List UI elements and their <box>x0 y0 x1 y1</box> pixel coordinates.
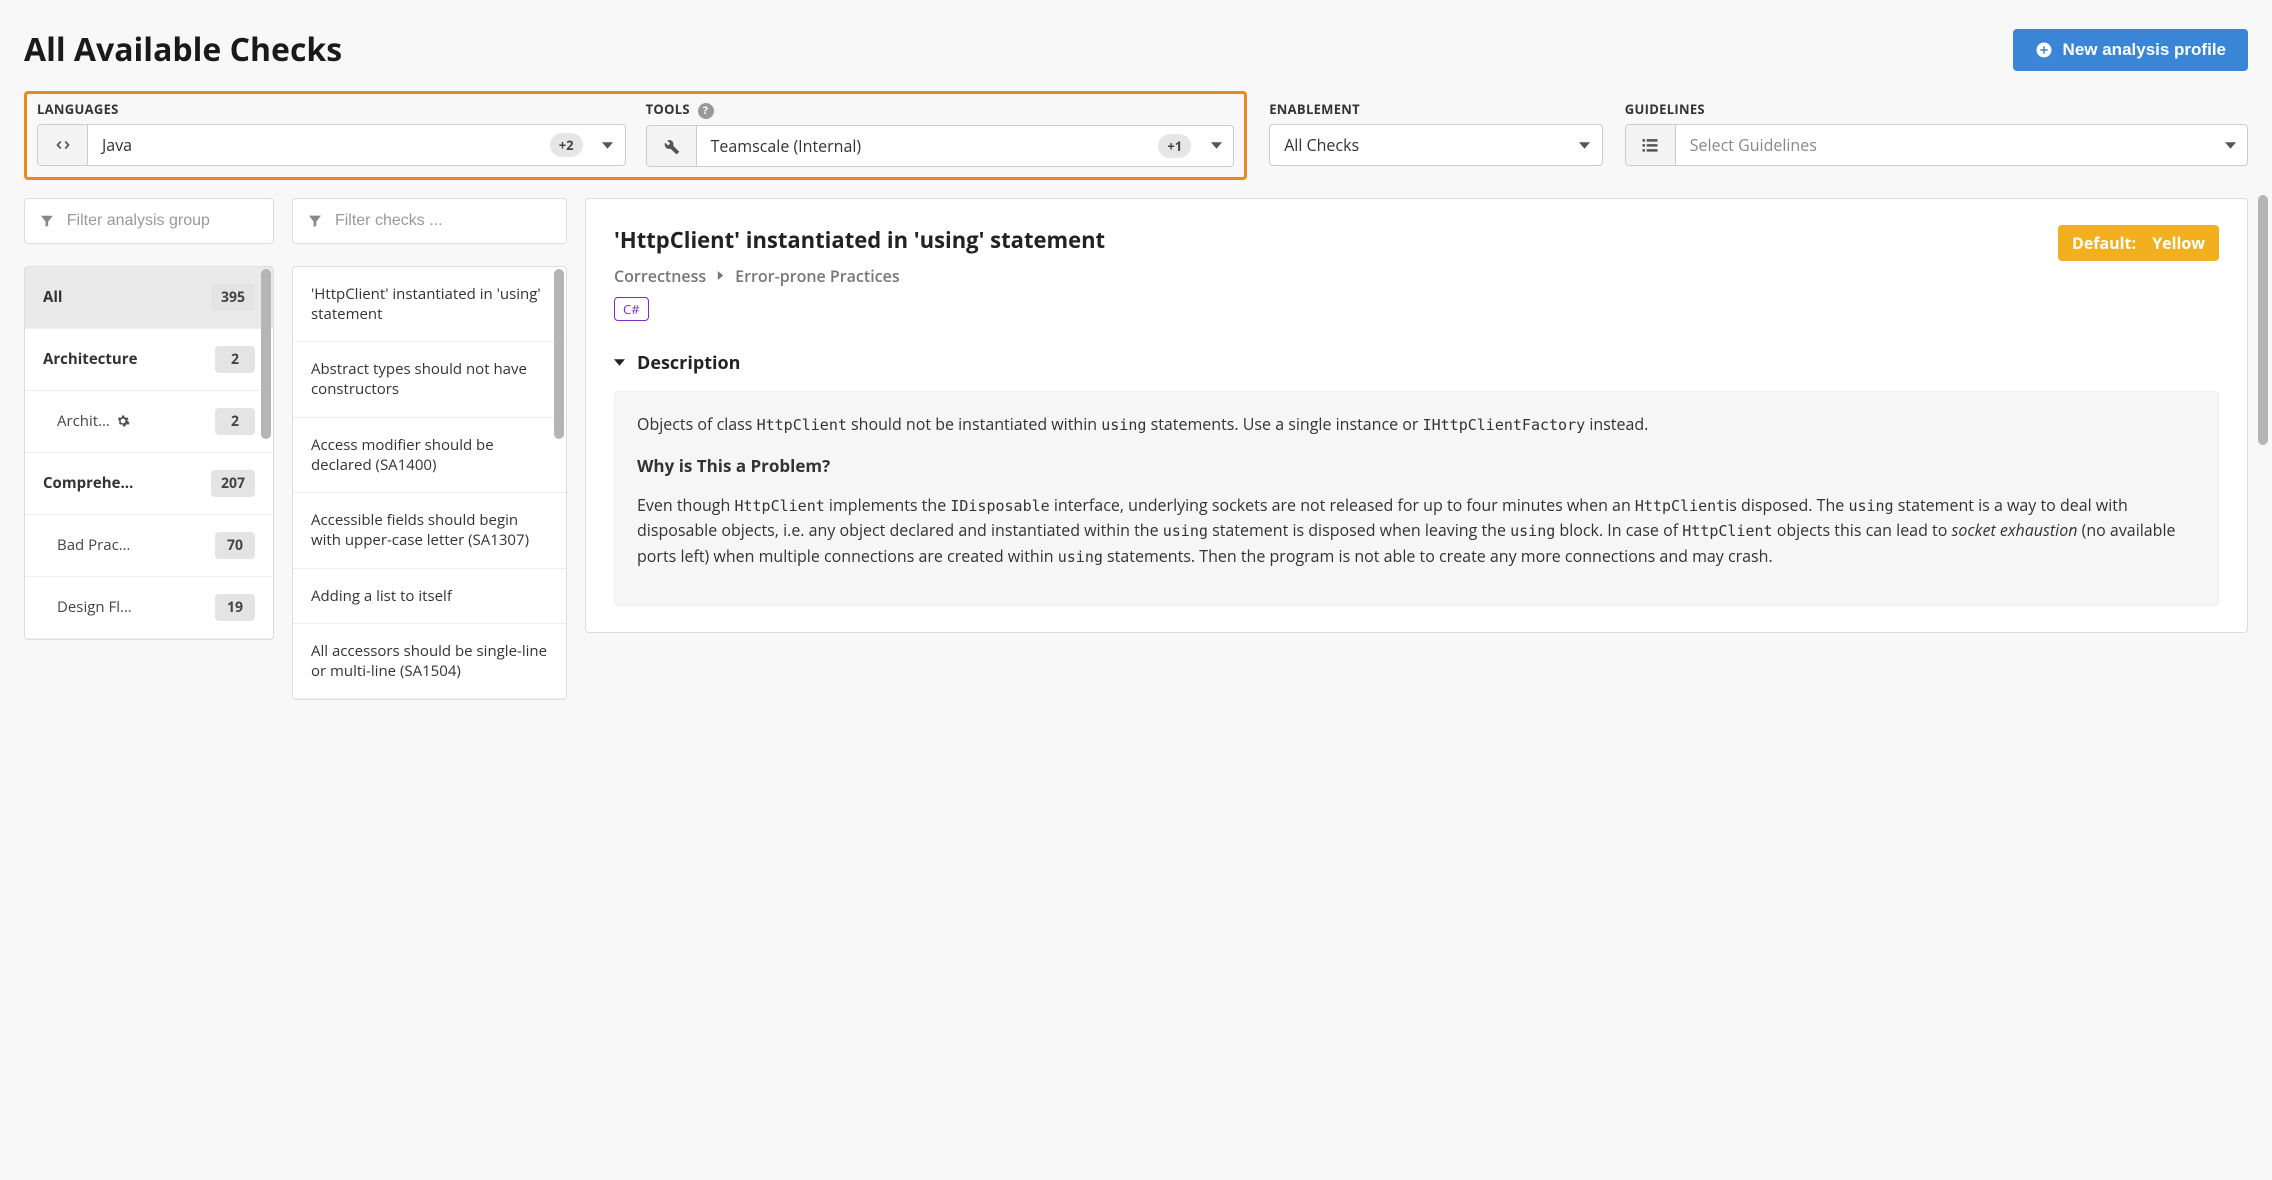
check-name: 'HttpClient' instantiated in 'using' sta… <box>311 284 548 325</box>
group-item[interactable]: Architecture 2 <box>25 329 273 391</box>
check-name: Access modifier should be declared (SA14… <box>311 435 548 476</box>
group-item[interactable]: Design Fl… 19 <box>25 577 273 639</box>
check-detail-panel: 'HttpClient' instantiated in 'using' sta… <box>585 198 2248 633</box>
enablement-dropdown[interactable]: All Checks <box>1269 124 1603 166</box>
check-name: All accessors should be single-line or m… <box>311 641 548 682</box>
wrench-icon <box>661 136 681 156</box>
code-icon <box>53 135 73 155</box>
group-name: Design Fl… <box>57 597 132 617</box>
languages-value: Java <box>88 134 550 156</box>
gear-icon <box>116 414 130 428</box>
chevron-right-icon <box>716 271 725 280</box>
group-item[interactable]: Comprehe… 207 <box>25 453 273 515</box>
page-title: All Available Checks <box>24 28 342 71</box>
caret-down-icon <box>614 357 625 368</box>
filter-checks-search[interactable] <box>292 198 567 244</box>
group-count: 2 <box>215 346 255 373</box>
breadcrumb-item[interactable]: Error-prone Practices <box>735 265 899 287</box>
group-name: Archit… <box>57 411 130 431</box>
enablement-label: ENABLEMENT <box>1269 100 1603 118</box>
new-analysis-profile-button[interactable]: New analysis profile <box>2013 29 2248 71</box>
group-name: Architecture <box>43 349 137 369</box>
groups-list: All 395 Architecture 2 Archit… 2 Comprehe… 207 B… <box>24 266 274 640</box>
checks-list: 'HttpClient' instantiated in 'using' sta… <box>292 266 567 701</box>
check-item[interactable]: Abstract types should not have construct… <box>293 342 566 418</box>
tools-label: TOOLS ? <box>646 100 1235 119</box>
group-name: Comprehe… <box>43 473 133 493</box>
tools-extra-count: +1 <box>1158 134 1191 158</box>
filter-checks-input[interactable] <box>335 212 552 230</box>
guidelines-placeholder: Select Guidelines <box>1676 134 2213 156</box>
list-icon <box>1640 135 1660 155</box>
guidelines-dropdown[interactable]: Select Guidelines <box>1625 124 2248 166</box>
group-count: 2 <box>215 408 255 435</box>
breadcrumb-item[interactable]: Correctness <box>614 265 706 287</box>
tools-value: Teamscale (Internal) <box>697 135 1159 157</box>
group-count: 19 <box>215 594 255 621</box>
check-detail-title: 'HttpClient' instantiated in 'using' sta… <box>614 225 1105 255</box>
group-item[interactable]: Bad Prac… 70 <box>25 515 273 577</box>
check-item[interactable]: Accessible fields should begin with uppe… <box>293 493 566 569</box>
filter-icon <box>39 212 55 230</box>
group-item[interactable]: All 395 <box>25 267 273 329</box>
caret-down-icon <box>602 140 613 151</box>
check-item[interactable]: All accessors should be single-line or m… <box>293 624 566 700</box>
group-name: Bad Prac… <box>57 535 130 555</box>
help-icon[interactable]: ? <box>698 103 714 119</box>
group-count: 70 <box>215 532 255 559</box>
filter-groups-input[interactable] <box>67 212 259 230</box>
languages-extra-count: +2 <box>550 133 583 157</box>
tools-dropdown[interactable]: Teamscale (Internal) +1 <box>646 125 1235 167</box>
group-name: All <box>43 287 63 307</box>
language-chip: C# <box>614 297 649 321</box>
new-analysis-profile-label: New analysis profile <box>2063 40 2226 60</box>
languages-label: LANGUAGES <box>37 100 626 118</box>
filter-icon <box>307 212 323 230</box>
group-item[interactable]: Archit… 2 <box>25 391 273 453</box>
caret-down-icon <box>1211 140 1222 151</box>
highlighted-filter-group: LANGUAGES Java +2 TOOLS ? Teamscale (Int… <box>24 91 1247 180</box>
default-severity-badge: Default: Yellow <box>2058 225 2219 261</box>
check-item[interactable]: Adding a list to itself <box>293 569 566 624</box>
check-item[interactable]: Access modifier should be declared (SA14… <box>293 418 566 494</box>
caret-down-icon <box>2225 140 2236 151</box>
check-name: Accessible fields should begin with uppe… <box>311 510 548 551</box>
plus-circle-icon <box>2035 41 2053 59</box>
enablement-value: All Checks <box>1270 134 1568 156</box>
check-item[interactable]: 'HttpClient' instantiated in 'using' sta… <box>293 267 566 343</box>
description-content: Objects of class HttpClient should not b… <box>614 391 2219 606</box>
check-name: Abstract types should not have construct… <box>311 359 548 400</box>
filter-groups-search[interactable] <box>24 198 274 244</box>
guidelines-label: GUIDELINES <box>1625 100 2248 118</box>
caret-down-icon <box>1579 140 1590 151</box>
breadcrumb: Correctness Error-prone Practices <box>614 265 1105 287</box>
group-count: 207 <box>211 470 255 497</box>
check-name: Adding a list to itself <box>311 586 452 606</box>
group-count: 395 <box>211 284 255 311</box>
languages-dropdown[interactable]: Java +2 <box>37 124 626 166</box>
description-section-toggle[interactable]: Description <box>614 351 2219 375</box>
